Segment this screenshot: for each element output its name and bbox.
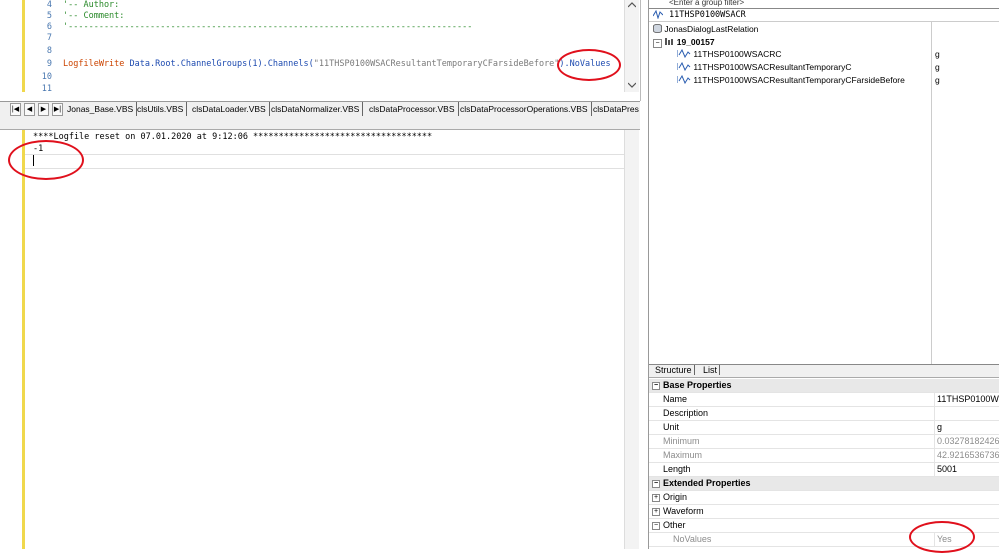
highlight-ring-result [8,140,84,180]
log-current-line [25,154,625,169]
code-line-comment[interactable]: '-- Comment: [63,11,124,21]
tree-channel[interactable]: 11THSP0100WSACResultantTemporaryC [676,61,852,72]
channel-label: 11THSP0100WSACResultantTemporaryC [693,62,852,72]
line-number: 4 [46,0,52,10]
expand-icon[interactable]: + [652,494,660,502]
origin-category[interactable]: + Origin [649,491,999,505]
property-value: 42.921653673636 [937,450,999,460]
tab-clsdataprocessor[interactable]: clsDataProcessor.VBS [366,102,459,116]
collapse-icon[interactable]: − [652,480,660,488]
tree-group[interactable]: − 19_00157 [653,37,715,48]
tab-clsdataprocessoroperations[interactable]: clsDataProcessorOperations.VBS [457,102,592,116]
line-number: 8 [46,46,52,56]
tab-clsutils[interactable]: clsUtils.VBS [134,102,188,116]
collapse-icon[interactable]: − [652,382,660,390]
data-portal-panel: <Enter a group filter> 11THSP0100WSACR J… [648,0,999,553]
property-name-row[interactable]: Name11THSP0100WSA [649,393,999,407]
property-unit-row[interactable]: Unit g [649,421,999,435]
base-properties-category[interactable]: − Base Properties [649,379,999,393]
line-number: 5 [46,11,52,21]
tab-list[interactable]: List [701,365,721,375]
channel-waveform-icon [676,48,691,59]
property-value[interactable]: g [937,422,942,432]
code-line-author[interactable]: '-- Author: [63,0,119,10]
channel-label: 11THSP0100WSACRC [693,49,782,59]
tab-jonas-base[interactable]: Jonas_Base.VBS [64,102,138,116]
editor-vertical-scrollbar[interactable] [624,0,639,92]
line-number: 11 [41,84,52,94]
property-value[interactable]: 5001 [937,464,957,474]
extended-properties-category[interactable]: − Extended Properties [649,477,999,491]
tab-clsdatanormalizer[interactable]: clsDataNormalizer.VBS [268,102,364,116]
database-icon [653,23,662,33]
code-line-logfilewrite[interactable]: LogfileWrite Data.Root.ChannelGroups(1).… [63,59,611,69]
collapse-icon[interactable]: − [653,39,662,48]
code-object-path: Data.Root.ChannelGroups(1).Channels( [124,59,314,69]
group-filter-value: 11THSP0100WSACR [669,10,746,20]
property-grid[interactable]: − Base Properties Name11THSP0100WSA Desc… [649,379,999,553]
line-number-gutter: 4 5 6 7 8 9 10 11 [0,0,52,94]
waveform-icon [653,10,663,19]
code-string-literal: "11THSP0100WSACResultantTemporaryCFarsid… [313,59,560,69]
line-number: 7 [46,33,52,43]
expand-icon[interactable]: + [652,508,660,516]
log-reset-line: ****Logfile reset on 07.01.2020 at 9:12:… [33,132,433,142]
keyword-logfilewrite: LogfileWrite [63,59,125,69]
last-tab-icon[interactable]: ▶| [52,103,63,116]
tree-channel[interactable]: 11THSP0100WSACRC [676,48,782,59]
collapse-icon[interactable]: − [652,522,660,530]
prev-tab-icon[interactable]: ◀ [24,103,35,116]
script-editor[interactable]: 4 5 6 7 8 9 10 11 '-- Author: '-- Commen… [0,0,641,101]
scroll-up-icon[interactable] [628,2,636,8]
view-tabs: Structure List [649,364,999,378]
channel-waveform-icon [676,61,691,72]
property-description-row[interactable]: Description [649,407,999,421]
property-value[interactable]: 11THSP0100WSA [937,394,999,404]
code-line-separator[interactable]: '---------------------------------------… [63,22,472,32]
group-filter-placeholder: <Enter a group filter> [669,0,745,7]
line-number: 9 [46,59,52,69]
tab-clsdataloader[interactable]: clsDataLoader.VBS [189,102,270,116]
channel-waveform-icon [676,74,691,85]
waveform-category[interactable]: + Waveform [649,505,999,519]
property-value: 0.032781824268 [937,436,999,446]
next-tab-icon[interactable]: ▶ [38,103,49,116]
tab-structure[interactable]: Structure [653,365,695,375]
script-tab-bar: |◀ ◀ ▶ ▶| Jonas_Base.VBS clsUtils.VBS cl… [0,101,640,117]
channel-unit: g [935,75,940,85]
scroll-down-icon[interactable] [628,82,636,88]
line-number: 10 [41,72,52,82]
line-number: 6 [46,22,52,32]
pane-splitter[interactable] [0,116,640,130]
tree-column-divider [931,22,932,365]
tree-root[interactable]: JonasDialogLastRelation [653,23,759,34]
channel-label: 11THSP0100WSACResultantTemporaryCFarside… [693,75,905,85]
tree-root-label: JonasDialogLastRelation [664,24,759,34]
channel-unit: g [935,62,940,72]
channel-tree[interactable]: JonasDialogLastRelation − 19_00157 11THS… [649,21,999,365]
highlight-ring-novalues-code [557,49,621,81]
logfile-output[interactable]: ****Logfile reset on 07.01.2020 at 9:12:… [0,130,640,549]
log-margin-marker [22,130,25,549]
group-filter-input[interactable]: 11THSP0100WSACR [649,8,999,22]
first-tab-icon[interactable]: |◀ [10,103,21,116]
highlight-ring-novalues-property [909,521,975,553]
property-length-row[interactable]: Length 5001 [649,463,999,477]
log-vertical-scrollbar[interactable] [624,130,639,549]
property-minimum-row[interactable]: Minimum 0.032781824268 [649,435,999,449]
property-maximum-row[interactable]: Maximum42.921653673636 [649,449,999,463]
channel-group-icon [665,38,674,45]
tab-clsdatapres[interactable]: clsDataPres [590,102,642,116]
channel-unit: g [935,49,940,59]
tree-group-label: 19_00157 [676,37,715,47]
tree-channel[interactable]: 11THSP0100WSACResultantTemporaryCFarside… [676,74,905,85]
